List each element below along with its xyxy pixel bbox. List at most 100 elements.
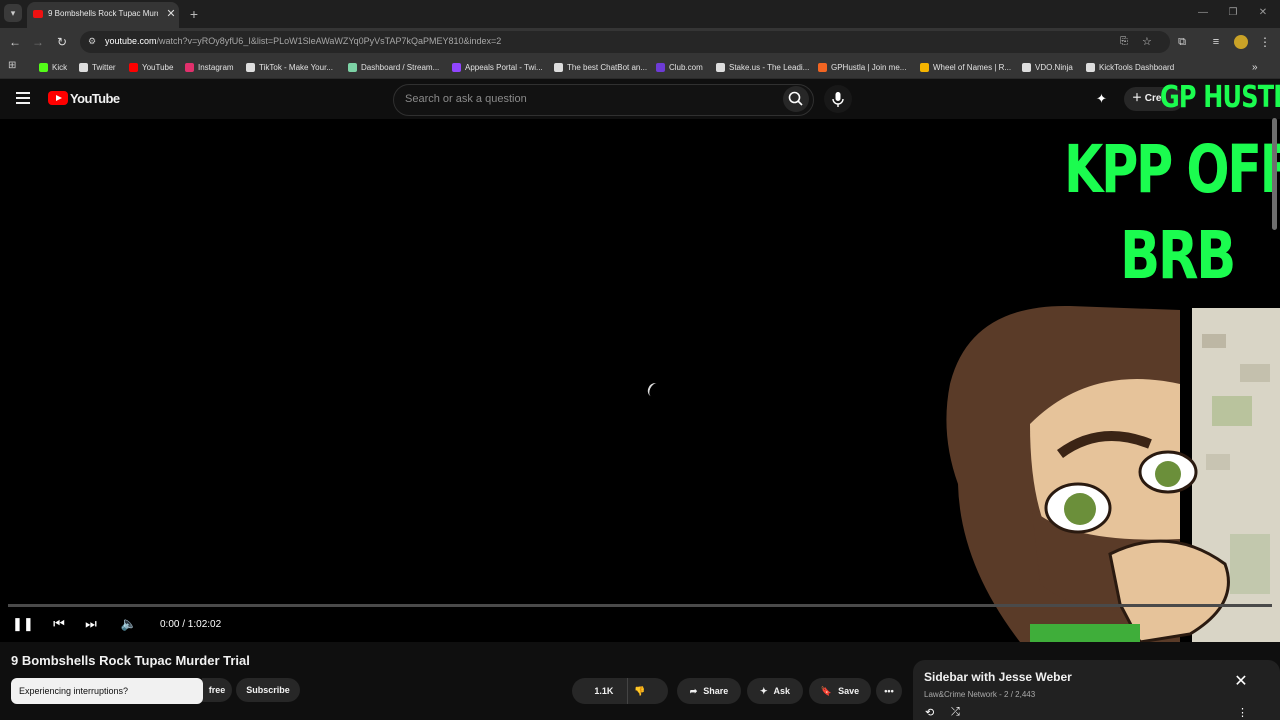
- pause-icon[interactable]: ❚❚: [12, 615, 34, 633]
- save-button[interactable]: 🔖 Save: [809, 678, 871, 704]
- address-bar[interactable]: ⚙ youtube.com/watch?v=yROy8yfU6_I&list=P…: [80, 31, 1170, 53]
- browser-menu-icon[interactable]: ⋮: [1257, 34, 1273, 50]
- youtube-logo-icon[interactable]: [48, 91, 68, 105]
- bookmark-club[interactable]: Club.com: [656, 61, 703, 73]
- reload-icon[interactable]: ↻: [54, 34, 70, 50]
- tiktok-icon: [246, 62, 255, 72]
- like-count: 1.1K: [594, 686, 614, 696]
- video-title: 9 Bombshells Rock Tupac Murder Trial: [11, 653, 250, 668]
- search-button[interactable]: [783, 86, 809, 112]
- browser-tab[interactable]: 9 Bombshells Rock Tupac Murder Trial - Y…: [27, 2, 179, 28]
- tab-close-icon[interactable]: ✕: [164, 7, 178, 21]
- time-display: 0:00 / 1:02:02: [160, 619, 222, 630]
- like-button[interactable]: 1.1K: [594, 678, 629, 704]
- like-dislike-group: 1.1K 👎: [572, 678, 668, 704]
- share-button[interactable]: ➦ Share: [677, 678, 741, 704]
- volume-icon[interactable]: 🔈: [120, 615, 138, 633]
- tab-media-icon[interactable]: ≡: [1208, 34, 1224, 50]
- bookmark-kick[interactable]: Kick: [39, 61, 67, 73]
- interruptions-toast[interactable]: Experiencing interruptions?: [11, 678, 203, 704]
- bookmark-vdo-ninja[interactable]: VDO.Ninja: [1022, 61, 1073, 73]
- microphone-icon: [832, 92, 844, 107]
- bookmark-gphustla[interactable]: GPHustla | Join me...: [818, 61, 906, 73]
- cartoon-character-overlay: [946, 305, 1280, 642]
- more-bookmarks-button[interactable]: »: [1252, 61, 1258, 73]
- ai-sparkle-icon[interactable]: ✦: [1096, 91, 1112, 107]
- bookmark-appeals[interactable]: Appeals Portal - Twi...: [452, 61, 543, 73]
- share-icon: ➦: [689, 686, 698, 696]
- scrollbar[interactable]: [1272, 118, 1277, 230]
- x-icon: [79, 62, 88, 72]
- bookmark-kicktools[interactable]: KickTools Dashboard: [1086, 61, 1174, 73]
- youtube-favicon-icon: [33, 10, 43, 18]
- loop-icon[interactable]: ⟲: [925, 706, 934, 719]
- bookmark-icon: 🔖: [820, 686, 833, 696]
- bookmark-chatbot[interactable]: The best ChatBot an...: [554, 61, 647, 73]
- new-tab-button[interactable]: +: [186, 6, 202, 22]
- maximize-icon[interactable]: ❐: [1224, 5, 1242, 21]
- playlist-meta: Law&Crime Network - 2 / 2,443: [924, 690, 1036, 699]
- search-placeholder: Search or ask a question: [405, 93, 527, 105]
- bookmarks-bar: ⊞ Kick Twitter YouTube Instagram TikTok …: [0, 56, 1280, 79]
- kick-icon: [39, 62, 48, 72]
- tab-title: 9 Bombshells Rock Tupac Murder Trial - Y…: [48, 9, 158, 18]
- back-icon[interactable]: ←: [7, 34, 23, 50]
- subscribe-button[interactable]: Subscribe: [236, 678, 300, 702]
- playlist-panel: Sidebar with Jesse Weber Law&Crime Netwo…: [913, 660, 1280, 720]
- dashboard-icon: [348, 62, 357, 72]
- overlay-gp-hustla: GP HUSTLA: [1160, 80, 1280, 115]
- extensions-icon[interactable]: ⧉: [1174, 34, 1190, 50]
- playlist-menu-icon[interactable]: ⋮: [1237, 706, 1248, 719]
- youtube-logo-text[interactable]: YouTube: [70, 91, 120, 106]
- stake-icon: [716, 62, 725, 72]
- wheel-icon: [920, 62, 929, 72]
- sparkle-icon: ✦: [759, 686, 768, 696]
- bookmark-stake[interactable]: Stake.us - The Leadi...: [716, 61, 809, 73]
- search-input[interactable]: Search or ask a question: [393, 84, 814, 116]
- playlist-title[interactable]: Sidebar with Jesse Weber: [924, 670, 1072, 684]
- site-info-icon[interactable]: ⚙: [88, 36, 98, 46]
- browser-toolbar: ← → ↻ ⚙ youtube.com/watch?v=yROy8yfU6_I&…: [0, 28, 1280, 56]
- progress-bar[interactable]: [8, 604, 1272, 607]
- youtube-header: YouTube Search or ask a question ✦ ＋ Cre: [0, 79, 1280, 119]
- video-player[interactable]: GP HUSTLA KPP OFF BRB: [0, 80, 1280, 642]
- url-text[interactable]: youtube.com/watch?v=yROy8yfU6_I&list=PLo…: [105, 36, 501, 46]
- previous-icon[interactable]: ⏮: [50, 615, 68, 633]
- browser-tab-strip: ▾ 9 Bombshells Rock Tupac Murder Trial -…: [0, 0, 1280, 28]
- search-icon: [788, 91, 803, 106]
- free-button[interactable]: free: [202, 678, 232, 702]
- install-app-icon[interactable]: ⎘: [1120, 36, 1128, 47]
- minimize-icon[interactable]: —: [1194, 5, 1212, 21]
- profile-avatar[interactable]: [1234, 35, 1248, 49]
- overlay-kpp-off: KPP OFF: [1064, 131, 1280, 208]
- bookmark-star-icon[interactable]: ☆: [1142, 35, 1152, 48]
- gphustla-icon: [818, 62, 827, 72]
- bookmark-youtube[interactable]: YouTube: [129, 61, 173, 73]
- club-icon: [656, 62, 665, 72]
- instagram-icon: [185, 62, 194, 72]
- voice-search-button[interactable]: [824, 85, 852, 113]
- loading-spinner-icon: [645, 381, 663, 399]
- more-actions-icon[interactable]: •••: [876, 678, 902, 704]
- tab-search-icon[interactable]: ▾: [4, 4, 22, 22]
- bookmark-tiktok[interactable]: TikTok - Make Your...: [246, 61, 333, 73]
- shuffle-icon[interactable]: ⤮: [951, 706, 960, 719]
- close-playlist-icon[interactable]: ✕: [1233, 674, 1249, 690]
- next-icon[interactable]: ⏭: [82, 615, 100, 633]
- forward-icon[interactable]: →: [30, 34, 46, 50]
- apps-grid-icon[interactable]: ⊞: [8, 61, 18, 71]
- bookmark-wheel-of-names[interactable]: Wheel of Names | R...: [920, 61, 1011, 73]
- twitch-icon: [452, 62, 461, 72]
- menu-icon[interactable]: [16, 92, 30, 104]
- vdo-ninja-icon: [1022, 62, 1031, 72]
- youtube-icon: [129, 62, 138, 72]
- dislike-icon[interactable]: 👎: [634, 678, 645, 704]
- bookmark-dashboard[interactable]: Dashboard / Stream...: [348, 61, 439, 73]
- bookmark-twitter[interactable]: Twitter: [79, 61, 116, 73]
- kicktools-icon: [1086, 62, 1095, 72]
- chatbot-icon: [554, 62, 563, 72]
- bookmark-instagram[interactable]: Instagram: [185, 61, 234, 73]
- overlay-brb: BRB: [1120, 217, 1236, 294]
- ask-button[interactable]: ✦ Ask: [747, 678, 803, 704]
- close-window-icon[interactable]: ✕: [1254, 5, 1272, 21]
